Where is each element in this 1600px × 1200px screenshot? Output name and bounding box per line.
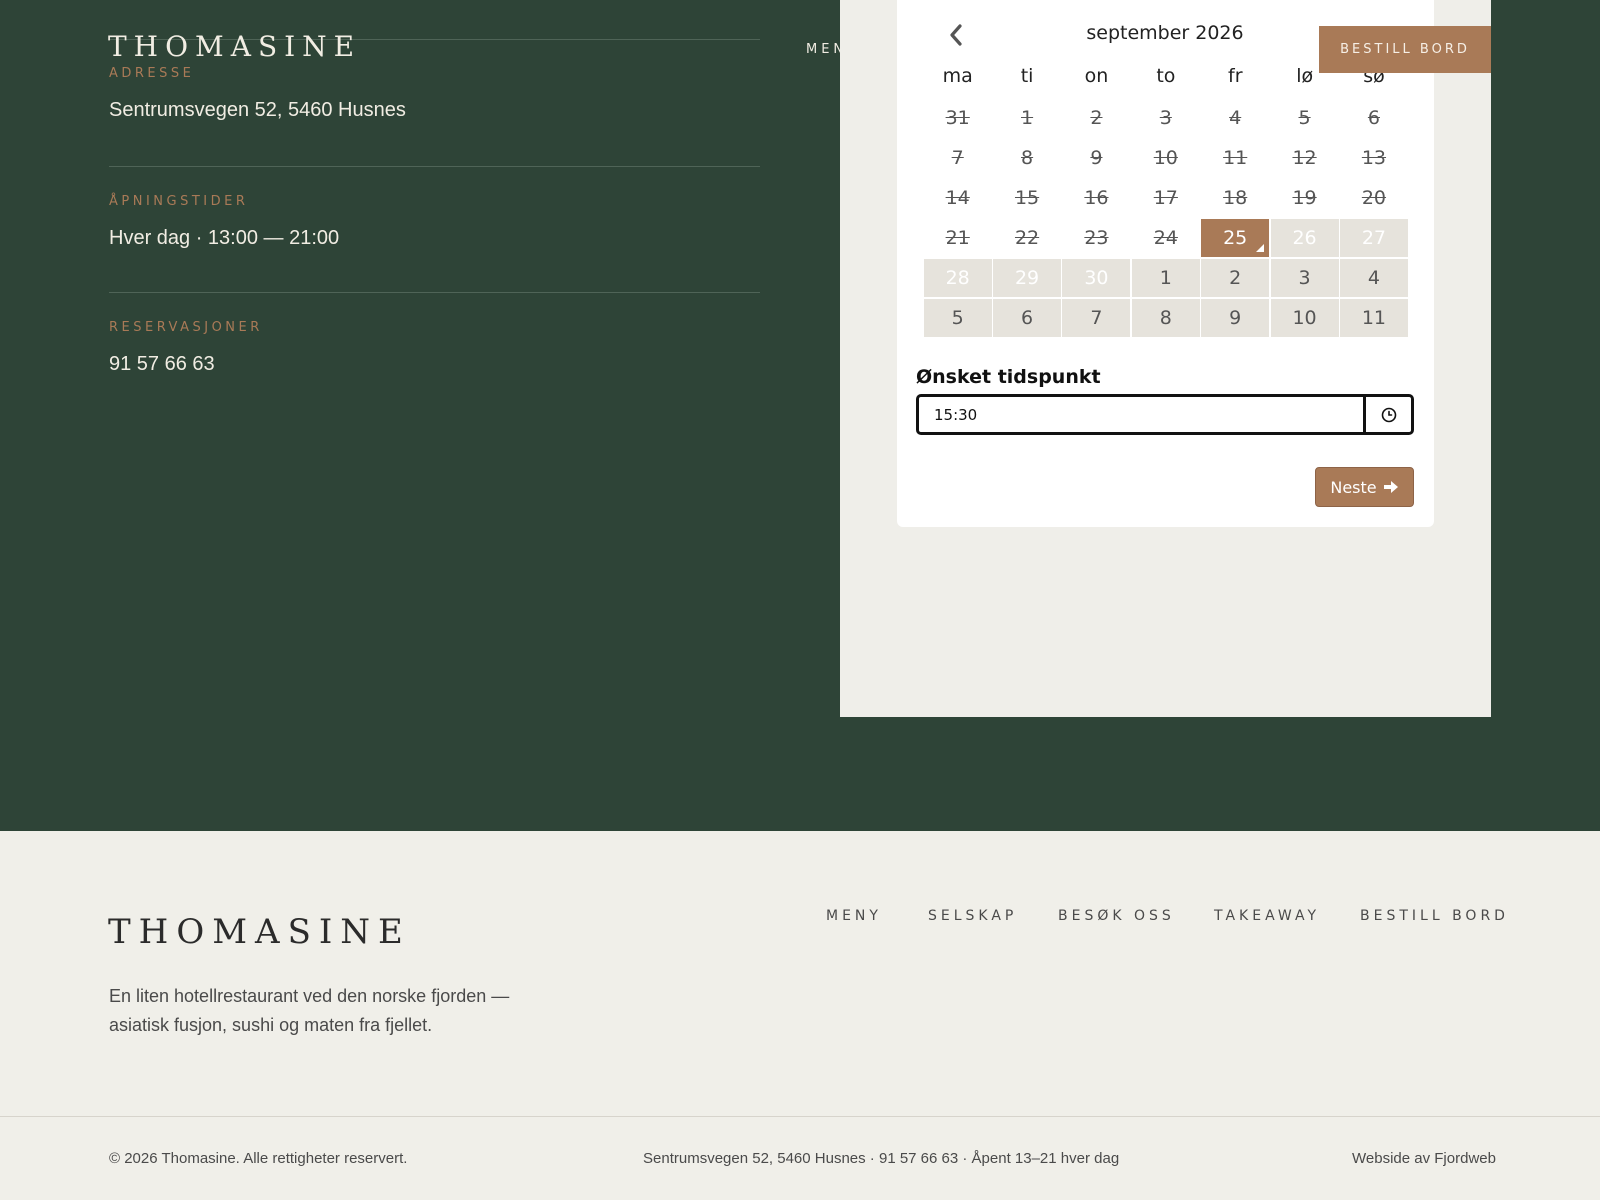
calendar-day[interactable]: 7 — [1062, 299, 1131, 337]
footer-nav-selskap[interactable]: SELSKAP — [928, 908, 1017, 924]
calendar-day: 2 — [1090, 107, 1103, 129]
calendar-day[interactable]: 28 — [923, 259, 992, 297]
hours-label: ÅPNINGSTIDER — [109, 194, 249, 209]
hours-block: ÅPNINGSTIDER Hver dag · 13:00 — 21:00 — [109, 194, 760, 250]
calendar-day: 4 — [1229, 107, 1242, 129]
calendar-day: 5 — [1298, 107, 1311, 129]
book-table-button[interactable]: BESTILL BORD — [1319, 26, 1491, 73]
arrow-right-icon — [1383, 481, 1398, 493]
calendar-month-title: september 2026 — [1086, 22, 1244, 44]
footer-description: En liten hotellrestaurant ved den norske… — [109, 986, 510, 1035]
calendar-day: 31 — [945, 107, 970, 129]
weekday-label: ti — [1020, 65, 1034, 87]
footer-nav-menu[interactable]: MENY — [826, 908, 882, 924]
address-block: ADRESSE Sentrumsvegen 52, 5460 Husnes — [109, 66, 760, 122]
calendar-day: 20 — [1361, 187, 1387, 209]
calendar-week-row: 14 15 16 17 18 19 20 — [923, 179, 1409, 219]
calendar-day-selected[interactable]: 25 — [1201, 219, 1270, 257]
calendar-prev-button[interactable] — [944, 22, 968, 48]
calendar-grid: ma ti on to fr lø sø 31 1 2 3 4 5 6 7 8 9 10 11 12 13 14 15 16… — [923, 59, 1409, 339]
calendar-week-row: 7 8 9 10 11 12 13 — [923, 139, 1409, 179]
calendar-day[interactable]: 4 — [1339, 259, 1408, 297]
calendar-day: 3 — [1159, 107, 1172, 129]
calendar-day[interactable]: 9 — [1201, 299, 1270, 337]
calendar-day: 9 — [1090, 147, 1103, 169]
calendar-day[interactable]: 26 — [1270, 219, 1339, 257]
next-button[interactable]: Neste — [1315, 467, 1414, 507]
reservations-block: RESERVASJONER 91 57 66 63 — [109, 320, 760, 376]
calendar-day: 1 — [1021, 107, 1034, 129]
footer-contact-line: Sentrumsvegen 52, 5460 Husnes · 91 57 66… — [643, 1150, 1120, 1167]
calendar-day[interactable]: 29 — [993, 259, 1062, 297]
copyright: © 2026 Thomasine. Alle rettigheter reser… — [109, 1150, 408, 1167]
calendar-day[interactable]: 11 — [1339, 299, 1408, 337]
calendar-day[interactable]: 5 — [923, 299, 992, 337]
calendar-week-row: 31 1 2 3 4 5 6 — [923, 99, 1409, 139]
footer-divider — [0, 1116, 1600, 1117]
calendar-day: 8 — [1021, 147, 1034, 169]
address-label: ADRESSE — [109, 66, 195, 81]
footer-logo[interactable]: THOMASINE — [108, 912, 411, 952]
weekday-label: fr — [1228, 65, 1243, 87]
calendar-day[interactable]: 27 — [1339, 219, 1408, 257]
divider — [109, 166, 760, 167]
time-label: Ønsket tidspunkt — [916, 366, 1101, 388]
calendar-day: 13 — [1361, 147, 1387, 169]
reservations-label: RESERVASJONER — [109, 320, 263, 335]
calendar-day: 12 — [1292, 147, 1317, 169]
calendar-day: 16 — [1084, 187, 1109, 209]
calendar-day: 7 — [951, 147, 964, 169]
hours-value: Hver dag · 13:00 — 21:00 — [109, 227, 340, 249]
footer-nav-bestill-bord[interactable]: BESTILL BORD — [1360, 908, 1509, 924]
calendar-day: 18 — [1223, 187, 1248, 209]
footer-nav-besok-oss[interactable]: BESØK OSS — [1058, 908, 1175, 924]
calendar-day: 22 — [1014, 227, 1040, 249]
calendar-day[interactable]: 30 — [1062, 259, 1131, 297]
time-field — [916, 394, 1414, 435]
weekday-label: ma — [942, 65, 973, 87]
calendar-day: 24 — [1153, 227, 1178, 249]
calendar-day: 19 — [1292, 187, 1317, 209]
reservations-phone[interactable]: 91 57 66 63 — [109, 353, 760, 376]
chevron-left-icon — [950, 24, 962, 46]
weekday-label: to — [1156, 65, 1176, 87]
calendar-day[interactable]: 10 — [1270, 299, 1339, 337]
clock-icon — [1381, 407, 1396, 422]
calendar-day: 6 — [1367, 107, 1380, 129]
calendar-day: 11 — [1223, 147, 1248, 169]
calendar-week-row: 21 22 23 24 25 26 27 — [923, 219, 1409, 259]
footer-credit-link[interactable]: Webside av Fjordweb — [1352, 1150, 1496, 1167]
calendar-day: 23 — [1084, 227, 1109, 249]
calendar-week-row: 28 29 30 1 2 3 4 — [923, 259, 1409, 299]
time-picker-button[interactable] — [1363, 397, 1411, 432]
calendar-day[interactable]: 1 — [1131, 259, 1200, 297]
address-value: Sentrumsvegen 52, 5460 Husnes — [109, 99, 406, 121]
calendar-day[interactable]: 3 — [1270, 259, 1339, 297]
site-logo[interactable]: THOMASINE — [108, 30, 361, 63]
calendar-day: 21 — [945, 227, 970, 249]
calendar-day[interactable]: 6 — [993, 299, 1062, 337]
divider — [109, 292, 760, 293]
calendar-week-row: 5 6 7 8 9 10 11 — [923, 299, 1409, 339]
next-button-label: Neste — [1330, 477, 1377, 497]
calendar-day[interactable]: 8 — [1131, 299, 1200, 337]
calendar-day: 10 — [1153, 147, 1178, 169]
time-input[interactable] — [919, 397, 1363, 432]
calendar-day: 15 — [1014, 187, 1040, 209]
weekday-label: on — [1084, 65, 1109, 87]
calendar-day: 17 — [1153, 187, 1178, 209]
calendar-day: 14 — [945, 187, 970, 209]
footer-nav-takeaway[interactable]: TAKEAWAY — [1214, 908, 1320, 924]
calendar-day[interactable]: 2 — [1201, 259, 1270, 297]
